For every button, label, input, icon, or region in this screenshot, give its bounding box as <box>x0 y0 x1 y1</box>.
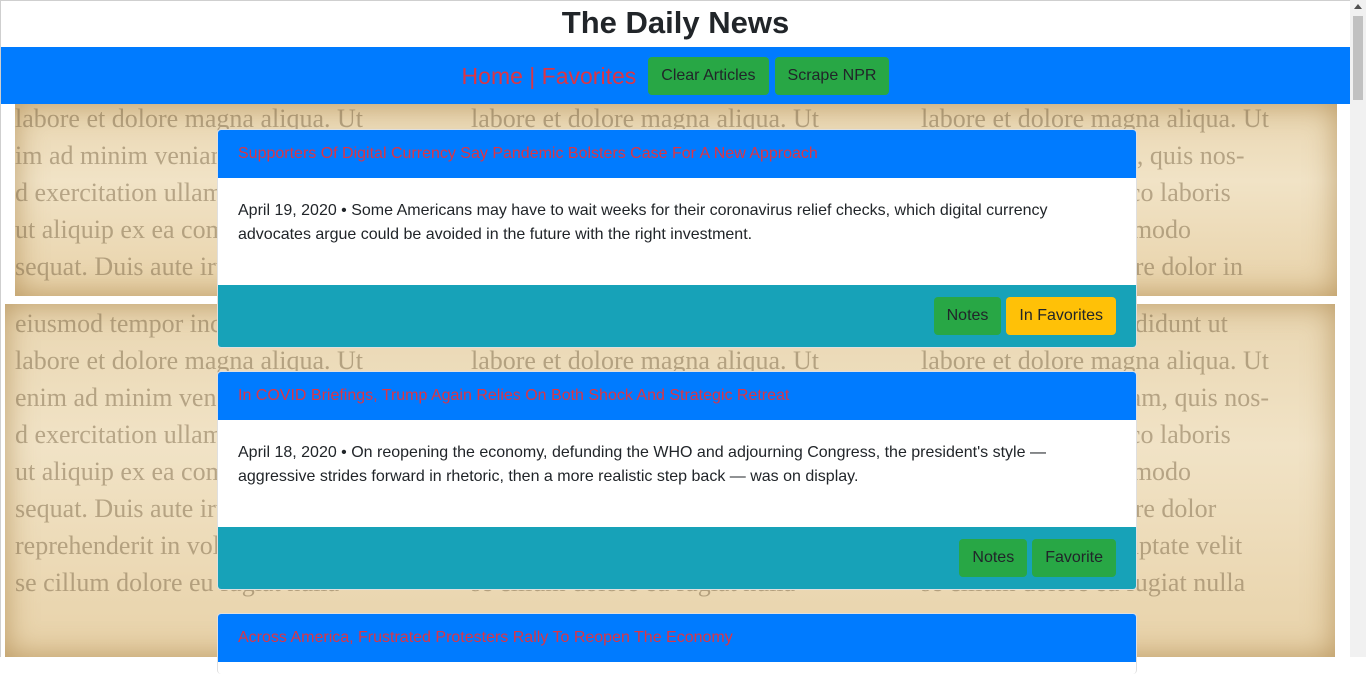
article-summary: April 19, 2020 • Some Americans may have… <box>238 202 1048 243</box>
article-footer: Notes In Favorites <box>218 285 1136 347</box>
site-title: The Daily News <box>561 5 790 40</box>
favorite-button[interactable]: Favorite <box>1032 539 1116 577</box>
article-header: Supporters Of Digital Currency Say Pande… <box>218 130 1136 178</box>
scrape-npr-button[interactable]: Scrape NPR <box>774 56 890 95</box>
notes-button[interactable]: Notes <box>933 297 1002 335</box>
nav-separator: | <box>522 62 542 89</box>
notes-button[interactable]: Notes <box>959 539 1028 577</box>
nav-links: Home | Favorites <box>462 61 637 91</box>
clear-articles-button[interactable]: Clear Articles <box>648 56 769 95</box>
article-card: Across America, Frustrated Protesters Ra… <box>217 613 1137 674</box>
article-title-link[interactable]: In COVID Briefings, Trump Again Relies O… <box>238 387 789 405</box>
navbar: Home | Favorites Clear Articles Scrape N… <box>1 47 1350 104</box>
article-summary: April 18, 2020 • On reopening the econom… <box>238 444 1046 485</box>
scrollbar-thumb[interactable] <box>1353 16 1363 100</box>
nav-favorites-link[interactable]: Favorites <box>542 63 637 89</box>
nav-home-link[interactable]: Home <box>462 63 523 89</box>
article-footer: Notes Favorite <box>218 527 1136 589</box>
article-title-link[interactable]: Supporters Of Digital Currency Say Pande… <box>238 145 818 163</box>
scroll-up-arrow-icon[interactable] <box>1354 4 1362 9</box>
article-header: In COVID Briefings, Trump Again Relies O… <box>218 372 1136 420</box>
site-header: The Daily News <box>1 1 1350 47</box>
article-title-link[interactable]: Across America, Frustrated Protesters Ra… <box>238 629 733 647</box>
article-header: Across America, Frustrated Protesters Ra… <box>218 614 1136 662</box>
in-favorites-button[interactable]: In Favorites <box>1006 297 1116 335</box>
article-card: Supporters Of Digital Currency Say Pande… <box>217 129 1137 348</box>
page-scrollbar[interactable] <box>1350 0 1366 657</box>
article-card: In COVID Briefings, Trump Again Relies O… <box>217 371 1137 590</box>
